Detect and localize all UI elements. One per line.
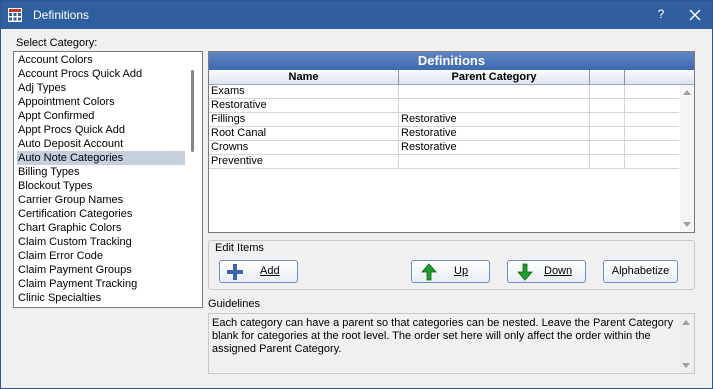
- scroll-down-icon[interactable]: [682, 363, 690, 368]
- alphabetize-button[interactable]: Alphabetize: [603, 260, 678, 283]
- down-button-label: Down: [544, 265, 573, 277]
- category-item[interactable]: Claim Custom Tracking: [17, 235, 185, 249]
- category-item[interactable]: Claim Payment Groups: [17, 263, 185, 277]
- cell-name: Fillings: [209, 113, 399, 127]
- grid-title: Definitions: [209, 52, 694, 70]
- guidelines-text: Each category can have a parent so that …: [212, 317, 674, 355]
- cell-blank: [590, 141, 625, 155]
- edit-items-label: Edit Items: [215, 242, 264, 254]
- definitions-window: Definitions ? Select Category: Account C…: [0, 0, 713, 389]
- table-row[interactable]: Preventive: [209, 155, 679, 169]
- category-item[interactable]: Account Procs Quick Add: [17, 67, 185, 81]
- category-item[interactable]: Certification Categories: [17, 207, 185, 221]
- cell-blank: [590, 155, 625, 169]
- arrow-up-icon: [421, 263, 437, 281]
- cell-blank: [590, 99, 625, 113]
- cell-parent-category: [399, 85, 590, 99]
- app-grid-icon: [8, 8, 22, 22]
- arrow-down-icon: [517, 263, 533, 281]
- category-item[interactable]: Blockout Types: [17, 179, 185, 193]
- cell-blank: [590, 127, 625, 141]
- cell-name: Exams: [209, 85, 399, 99]
- cell-parent-category: Restorative: [399, 127, 590, 141]
- category-list[interactable]: Account Colors Account Procs Quick Add A…: [13, 51, 203, 308]
- category-item[interactable]: Claim Payment Tracking: [17, 277, 185, 291]
- column-header-parent-category[interactable]: Parent Category: [399, 70, 590, 85]
- grid-header: Name Parent Category: [209, 70, 694, 85]
- cell-blank: [590, 85, 625, 99]
- select-category-label: Select Category:: [16, 37, 98, 49]
- up-button-label: Up: [454, 265, 469, 277]
- table-row[interactable]: Root Canal Restorative: [209, 127, 679, 141]
- close-icon[interactable]: [687, 7, 703, 23]
- cell-parent-category: [399, 99, 590, 113]
- cell-name: Root Canal: [209, 127, 399, 141]
- cell-parent-category: [399, 155, 590, 169]
- window-title: Definitions: [33, 8, 90, 22]
- cell-parent-category: Restorative: [399, 113, 590, 127]
- category-item[interactable]: Clinic Specialties: [17, 291, 185, 305]
- help-button[interactable]: ?: [653, 7, 669, 23]
- table-row[interactable]: Restorative: [209, 99, 679, 113]
- cell-name: Crowns: [209, 141, 399, 155]
- category-list-scrollbar[interactable]: [191, 70, 194, 152]
- category-item[interactable]: Appt Procs Quick Add: [17, 123, 185, 137]
- scroll-up-icon[interactable]: [682, 320, 690, 325]
- table-row[interactable]: Fillings Restorative: [209, 113, 679, 127]
- column-header-blank: [590, 70, 625, 85]
- edit-items-group: Edit Items Add Up Down Alphabetize: [208, 240, 695, 290]
- category-item-selected[interactable]: Auto Note Categories: [17, 151, 185, 165]
- scroll-up-icon[interactable]: [683, 90, 691, 95]
- category-item[interactable]: Account Colors: [17, 53, 185, 67]
- cell-parent-category: Restorative: [399, 141, 590, 155]
- scroll-down-icon[interactable]: [683, 222, 691, 227]
- guidelines-scrollbar[interactable]: [679, 314, 694, 373]
- cell-name: Preventive: [209, 155, 399, 169]
- category-item[interactable]: Appointment Colors: [17, 95, 185, 109]
- up-button[interactable]: Up: [411, 260, 490, 283]
- title-bar: Definitions ?: [1, 1, 712, 29]
- add-button-label: Add: [260, 265, 280, 277]
- cell-name: Restorative: [209, 99, 399, 113]
- cell-blank: [590, 113, 625, 127]
- definitions-grid: Definitions Name Parent Category Exams R…: [208, 51, 695, 233]
- category-item[interactable]: Claim Error Code: [17, 249, 185, 263]
- category-item[interactable]: Appt Confirmed: [17, 109, 185, 123]
- guidelines-label: Guidelines: [208, 298, 260, 310]
- category-item[interactable]: Carrier Group Names: [17, 193, 185, 207]
- category-item[interactable]: Auto Deposit Account: [17, 137, 185, 151]
- grid-scrollbar[interactable]: [680, 85, 694, 232]
- table-row[interactable]: Crowns Restorative: [209, 141, 679, 155]
- guidelines-textbox[interactable]: Each category can have a parent so that …: [208, 313, 695, 374]
- category-item[interactable]: Billing Types: [17, 165, 185, 179]
- plus-icon: [227, 264, 243, 280]
- category-item[interactable]: Chart Graphic Colors: [17, 221, 185, 235]
- category-item[interactable]: Adj Types: [17, 81, 185, 95]
- column-header-name[interactable]: Name: [209, 70, 399, 85]
- table-row[interactable]: Exams: [209, 85, 679, 99]
- down-button[interactable]: Down: [507, 260, 586, 283]
- add-button[interactable]: Add: [219, 260, 298, 283]
